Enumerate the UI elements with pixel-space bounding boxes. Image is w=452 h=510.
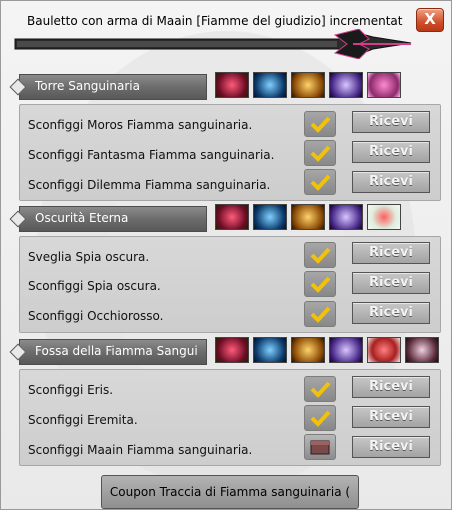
check-icon [304,169,336,195]
section-title: Fossa della Fiamma Sangui [35,344,198,358]
task-label: Sconfiggi Moros Fiamma sanguinaria. [28,118,253,132]
check-icon [304,242,336,268]
pink-scroll-icon[interactable] [367,72,401,98]
section-title: Oscurità Eterna [35,211,129,225]
section-header-oscurita: Oscurità Eterna [9,206,207,232]
receive-button[interactable]: Ricevi [352,436,430,458]
gold-gem-icon[interactable] [291,337,325,363]
receive-button[interactable]: Ricevi [352,242,430,264]
check-icon [304,301,336,327]
red-gem-icon[interactable] [215,204,249,230]
task-panel-fossa: Sconfiggi Eris. Ricevi Sconfiggi Eremita… [19,369,441,466]
receive-button[interactable]: Ricevi [352,406,430,428]
gold-gem-icon[interactable] [291,72,325,98]
purple-gem-icon[interactable] [329,72,363,98]
purple-gem-icon[interactable] [329,337,363,363]
blue-gem-icon[interactable] [253,337,287,363]
receive-button[interactable]: Ricevi [352,376,430,398]
task-panel-torre: Sconfiggi Moros Fiamma sanguinaria. Rice… [19,104,441,201]
diamond-icon [9,210,27,228]
check-icon [304,405,336,431]
diamond-icon [9,343,27,361]
check-icon [304,140,336,166]
receive-button[interactable]: Ricevi [352,272,430,294]
coupon-button[interactable]: Coupon Traccia di Fiamma sanguinaria ( [101,475,359,509]
gold-gem-icon[interactable] [291,204,325,230]
blue-gem-icon[interactable] [253,204,287,230]
window-title: Bauletto con arma di Maain [Fiamme del g… [27,14,403,28]
section-header-torre: Torre Sanguinaria [9,74,207,100]
task-label: Sveglia Spia oscura. [28,250,150,264]
red-wing-icon[interactable] [367,337,401,363]
check-icon [304,376,336,402]
task-label: Sconfiggi Eris. [28,383,114,397]
task-label: Sconfiggi Dilemma Fiamma sanguinaria. [28,178,271,192]
task-panel-oscurita: Sveglia Spia oscura. Ricevi Sconfiggi Sp… [19,236,441,333]
diamond-icon [9,78,27,96]
receive-button[interactable]: Ricevi [352,141,430,163]
red-orb-icon[interactable] [367,204,401,230]
task-label: Sconfiggi Occhiorosso. [28,309,164,323]
check-icon [304,111,336,137]
task-label: Sconfiggi Spia oscura. [28,279,161,293]
section-title: Torre Sanguinaria [35,79,140,93]
chest-icon [304,434,336,460]
section-header-fossa: Fossa della Fiamma Sangui [9,339,207,365]
progress-bar [14,29,412,59]
red-gem-icon[interactable] [215,72,249,98]
reward-window: Bauletto con arma di Maain [Fiamme del g… [0,0,452,510]
blue-gem-icon[interactable] [253,72,287,98]
check-icon [304,271,336,297]
task-label: Sconfiggi Fantasma Fiamma sanguinaria. [28,148,275,162]
receive-button[interactable]: Ricevi [352,111,430,133]
purple-gem-icon[interactable] [329,204,363,230]
task-label: Sconfiggi Maain Fiamma sanguinaria. [28,443,253,457]
red-gem-icon[interactable] [215,337,249,363]
task-label: Sconfiggi Eremita. [28,413,138,427]
receive-button[interactable]: Ricevi [352,171,430,193]
receive-button[interactable]: Ricevi [352,302,430,324]
dark-chest-icon[interactable] [405,337,439,363]
